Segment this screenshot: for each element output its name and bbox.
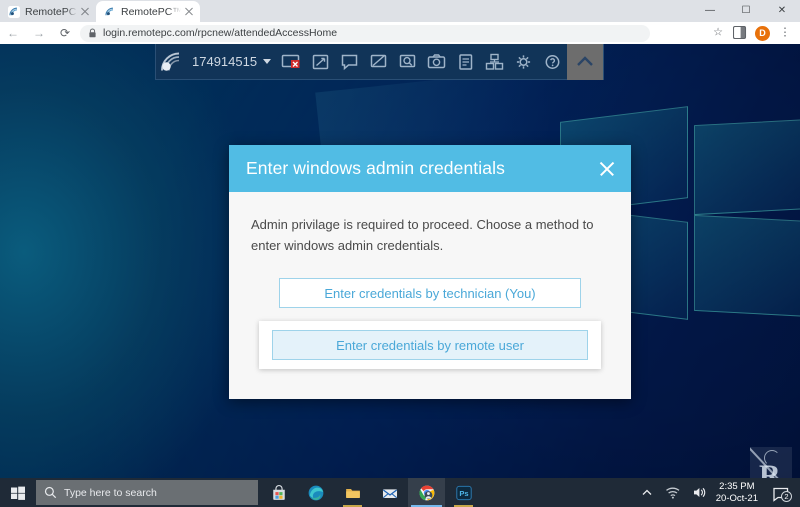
star-glyph: ☆ (713, 28, 723, 39)
help-icon[interactable] (538, 44, 567, 80)
window-maximize-button[interactable]: ☐ (728, 0, 764, 22)
whiteboard-icon[interactable] (364, 44, 393, 80)
speaker-icon[interactable] (686, 478, 712, 507)
lock-icon (88, 28, 97, 38)
windows-start-button[interactable] (0, 478, 36, 507)
browser-tab-1[interactable]: RemotePC™ - Compu (0, 1, 96, 22)
forward-button[interactable]: → (26, 22, 52, 44)
clock-date: 20-Oct-21 (716, 493, 758, 505)
taskbar-app-buttons: Ps (260, 478, 482, 507)
remotepc-favicon-icon (104, 6, 116, 18)
browser-toolbar-actions: ☆ D ⋮ (707, 22, 800, 44)
google-chrome-icon[interactable] (408, 478, 445, 507)
reload-icon: ⟳ (60, 27, 70, 39)
focused-button-halo: Enter credentials by remote user (259, 321, 601, 369)
browser-tab-2-close-icon[interactable] (183, 6, 195, 18)
notification-count-badge: 2 (781, 491, 792, 502)
session-id-dropdown[interactable]: 174914515 (190, 54, 277, 69)
session-id-label: 174914515 (192, 54, 257, 69)
reload-button[interactable]: ⟳ (52, 22, 78, 44)
microsoft-store-icon[interactable] (260, 478, 297, 507)
taskbar-clock[interactable]: 2:35 PM 20-Oct-21 (712, 481, 766, 505)
browser-tab-1-title: RemotePC™ - Compu (25, 6, 77, 18)
microsoft-edge-icon[interactable] (297, 478, 334, 507)
tray-overflow-chevron-up-icon[interactable] (634, 478, 660, 507)
profile-avatar[interactable]: D (755, 26, 770, 41)
toolbar-collapse-button[interactable] (567, 44, 603, 80)
collections-icon[interactable] (729, 22, 751, 44)
browser-tab-strip: RemotePC™ - Compu RemotePC™ Attended — ☐ (0, 0, 800, 22)
bookmark-star-icon[interactable]: ☆ (707, 22, 729, 44)
action-center-icon[interactable]: 2 (766, 478, 796, 507)
browser-tab-2[interactable]: RemotePC™ Attended (96, 1, 200, 22)
remotepc-favicon-icon (8, 6, 20, 18)
taskbar-search-placeholder: Type here to search (64, 487, 157, 499)
admin-credentials-dialog: Enter windows admin credentials Admin pr… (229, 145, 631, 399)
chat-icon[interactable] (335, 44, 364, 80)
windows-taskbar: Type here to search (0, 478, 800, 507)
browser-menu-icon[interactable]: ⋮ (774, 22, 796, 44)
kebab-glyph: ⋮ (780, 28, 791, 39)
system-tray: 2:35 PM 20-Oct-21 2 (634, 478, 800, 507)
window-controls: — ☐ ✕ (692, 0, 800, 22)
mail-icon[interactable] (371, 478, 408, 507)
dialog-title: Enter windows admin credentials (246, 158, 597, 179)
screenshot-root: RemotePC™ - Compu RemotePC™ Attended — ☐ (0, 0, 800, 507)
browser-tab-1-close-icon[interactable] (79, 6, 91, 18)
monitor-disconnect-icon[interactable] (277, 44, 306, 80)
dialog-secondary-button-row: Enter credentials by remote user (251, 308, 609, 369)
address-bar-url: login.remotepc.com/rpcnew/attendedAccess… (103, 27, 337, 39)
search-icon (44, 486, 57, 499)
screenshot-icon[interactable] (422, 44, 451, 80)
dialog-body: Admin privilage is required to proceed. … (229, 192, 631, 399)
remotepc-session-toolbar: 174914515 (155, 44, 604, 80)
wifi-icon[interactable] (660, 478, 686, 507)
maximize-icon: ☐ (742, 6, 751, 16)
dialog-close-icon[interactable] (597, 159, 617, 179)
browser-tab-2-title: RemotePC™ Attended (121, 6, 181, 18)
browser-toolbar: ← → ⟳ login.remotepc.com/rpcnew/attended… (0, 22, 800, 44)
dialog-message: Admin privilage is required to proceed. … (251, 214, 599, 256)
fullscreen-icon[interactable] (306, 44, 335, 80)
svg-text:Ps: Ps (459, 489, 468, 498)
window-minimize-button[interactable]: — (692, 0, 728, 22)
settings-gear-icon[interactable] (509, 44, 538, 80)
close-icon: ✕ (778, 6, 786, 16)
remote-printer-icon[interactable] (480, 44, 509, 80)
dialog-primary-button-row: Enter credentials by technician (You) (251, 278, 609, 308)
arrow-left-icon: ← (7, 27, 19, 39)
enter-credentials-remote-user-button[interactable]: Enter credentials by remote user (272, 330, 588, 360)
chevron-down-icon (263, 59, 271, 64)
address-bar[interactable]: login.remotepc.com/rpcnew/attendedAccess… (80, 25, 650, 42)
arrow-right-icon: → (33, 27, 45, 39)
session-toolbar-icons (277, 44, 567, 80)
file-search-icon[interactable] (393, 44, 422, 80)
file-explorer-icon[interactable] (334, 478, 371, 507)
remotepc-logo-icon (156, 44, 190, 80)
window-close-button[interactable]: ✕ (764, 0, 800, 22)
photoshop-icon[interactable]: Ps (445, 478, 482, 507)
minimize-icon: — (705, 6, 715, 16)
enter-credentials-technician-button[interactable]: Enter credentials by technician (You) (279, 278, 581, 308)
clock-time: 2:35 PM (716, 481, 758, 493)
windows-start-icon (0, 478, 36, 507)
back-button[interactable]: ← (0, 22, 26, 44)
notes-icon[interactable] (451, 44, 480, 80)
taskbar-search-box[interactable]: Type here to search (36, 480, 258, 505)
dialog-header: Enter windows admin credentials (229, 145, 631, 192)
chevron-up-icon (567, 44, 603, 80)
